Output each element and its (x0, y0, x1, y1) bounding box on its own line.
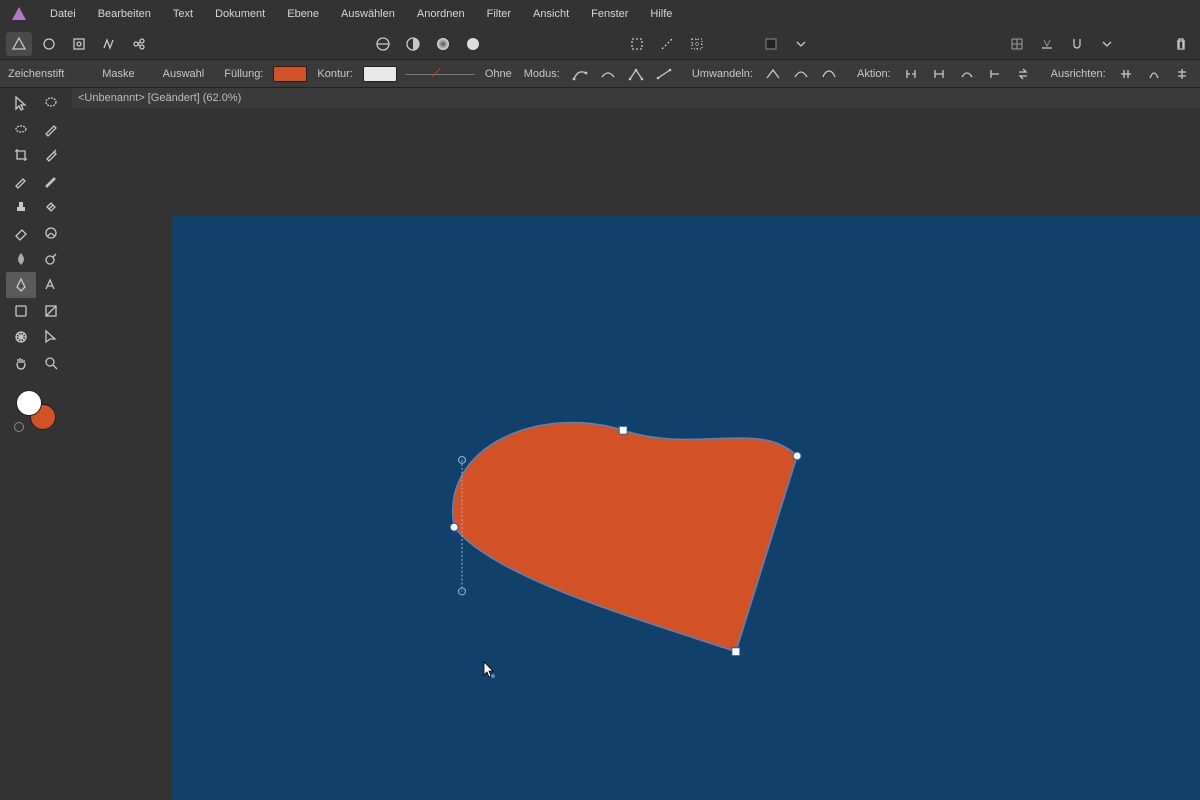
stroke-swatch[interactable] (363, 66, 397, 82)
persona-develop-icon[interactable] (66, 32, 92, 56)
stroke-style-label: Ohne (483, 68, 514, 80)
align-label: Ausrichten: (1049, 68, 1108, 80)
menu-filter[interactable]: Filter (477, 4, 521, 24)
menu-ebene[interactable]: Ebene (277, 4, 329, 24)
snap-baseline-icon[interactable] (1034, 32, 1060, 56)
action-break-icon[interactable] (901, 64, 921, 84)
document-tab[interactable]: <Unbenannt> [Geändert] (62.0%) (78, 92, 241, 104)
dodge-tool-icon[interactable] (36, 246, 66, 272)
stroke-label: Kontur: (315, 68, 354, 80)
mode-label: Modus: (522, 68, 562, 80)
mode-polygon-icon[interactable] (626, 64, 646, 84)
menu-fenster[interactable]: Fenster (581, 4, 638, 24)
blur-tool-icon[interactable] (6, 246, 36, 272)
main-area: <Unbenannt> [Geändert] (62.0%) (0, 88, 1200, 800)
mesh-tool-icon[interactable] (6, 324, 36, 350)
snap-magnet-icon[interactable] (1064, 32, 1090, 56)
menu-bearbeiten[interactable]: Bearbeiten (88, 4, 161, 24)
workspace: <Unbenannt> [Geändert] (62.0%) (72, 88, 1200, 800)
dropdown-caret-icon[interactable] (788, 32, 814, 56)
menu-anordnen[interactable]: Anordnen (407, 4, 475, 24)
menu-ansicht[interactable]: Ansicht (523, 4, 579, 24)
blend-radial-icon[interactable] (430, 32, 456, 56)
fill-swatch[interactable] (273, 66, 307, 82)
tool-name-label: Zeichenstift (6, 68, 66, 80)
eyedropper-tool-icon[interactable] (36, 142, 66, 168)
path-fill[interactable] (453, 423, 797, 652)
action-smooth-icon[interactable] (957, 64, 977, 84)
anchor-node-bottom[interactable] (732, 648, 740, 656)
anchor-node-right[interactable] (793, 452, 801, 460)
mode-pen-icon[interactable] (570, 64, 590, 84)
align-curve-icon[interactable] (1144, 64, 1164, 84)
align-horizontal-icon[interactable] (1116, 64, 1136, 84)
eraser-tool-icon[interactable] (6, 220, 36, 246)
stamp-tool-icon[interactable] (6, 194, 36, 220)
context-toolbar: Zeichenstift Maske Auswahl Füllung: Kont… (0, 60, 1200, 88)
shape-tool-icon[interactable] (6, 298, 36, 324)
smudge-tool-icon[interactable] (36, 220, 66, 246)
pencil-tool-icon[interactable] (36, 168, 66, 194)
main-toolbar (0, 28, 1200, 60)
persona-photo-icon[interactable] (6, 32, 32, 56)
menu-hilfe[interactable]: Hilfe (640, 4, 682, 24)
paint-tool-icon[interactable] (6, 168, 36, 194)
action-close-icon[interactable] (929, 64, 949, 84)
blend-half-icon[interactable] (400, 32, 426, 56)
move-tool-icon[interactable] (6, 90, 36, 116)
gradient-tool-icon[interactable] (36, 298, 66, 324)
persona-export-icon[interactable] (126, 32, 152, 56)
mask-button[interactable]: Maske (92, 66, 144, 82)
select-grid-icon[interactable] (684, 32, 710, 56)
tool-panel (0, 88, 72, 800)
color-wells[interactable] (16, 390, 56, 430)
anchor-node-left[interactable] (450, 523, 458, 531)
vector-shape[interactable] (72, 108, 1200, 800)
node-tool-icon[interactable] (36, 324, 66, 350)
canvas-viewport[interactable] (72, 108, 1200, 800)
blend-solid-icon[interactable] (460, 32, 486, 56)
action-join-icon[interactable] (985, 64, 1005, 84)
select-line-icon[interactable] (654, 32, 680, 56)
menu-text[interactable]: Text (163, 4, 203, 24)
app-logo-icon (10, 5, 28, 23)
brush-tool-icon[interactable] (36, 116, 66, 142)
stroke-width-preview[interactable] (405, 71, 475, 77)
menu-dokument[interactable]: Dokument (205, 4, 275, 24)
persona-tone-icon[interactable] (96, 32, 122, 56)
menu-bar: Datei Bearbeiten Text Dokument Ebene Aus… (0, 0, 1200, 28)
heal-tool-icon[interactable] (36, 194, 66, 220)
foreground-color-well[interactable] (16, 390, 42, 416)
mode-line-icon[interactable] (654, 64, 674, 84)
anchor-node-top[interactable] (619, 426, 627, 434)
convert-sharp-icon[interactable] (763, 64, 783, 84)
pen-tool-icon[interactable] (6, 272, 36, 298)
snap-grid-icon[interactable] (1004, 32, 1030, 56)
fill-label: Füllung: (222, 68, 265, 80)
lasso-tool-icon[interactable] (36, 90, 66, 116)
selection-button[interactable]: Auswahl (153, 66, 215, 82)
select-rect-icon[interactable] (624, 32, 650, 56)
layer-bg-icon[interactable] (758, 32, 784, 56)
menu-auswaehlen[interactable]: Auswählen (331, 4, 405, 24)
blend-normal-icon[interactable] (370, 32, 396, 56)
persona-liquify-icon[interactable] (36, 32, 62, 56)
convert-smart-icon[interactable] (819, 64, 839, 84)
text-tool-icon[interactable] (36, 272, 66, 298)
convert-smooth-icon[interactable] (791, 64, 811, 84)
document-tab-bar: <Unbenannt> [Geändert] (62.0%) (72, 88, 1200, 108)
zoom-tool-icon[interactable] (36, 350, 66, 376)
action-reverse-icon[interactable] (1013, 64, 1033, 84)
convert-label: Umwandeln: (690, 68, 755, 80)
dropdown-caret-icon[interactable] (1094, 32, 1120, 56)
crop-tool-icon[interactable] (6, 142, 36, 168)
swap-colors-icon[interactable] (14, 422, 24, 432)
menu-datei[interactable]: Datei (40, 4, 86, 24)
marquee-ellipse-tool-icon[interactable] (6, 116, 36, 142)
hand-tool-icon[interactable] (6, 350, 36, 376)
align-vertical-icon[interactable] (1172, 64, 1192, 84)
mode-smart-icon[interactable] (598, 64, 618, 84)
action-label: Aktion: (855, 68, 893, 80)
trash-icon[interactable] (1168, 32, 1194, 56)
